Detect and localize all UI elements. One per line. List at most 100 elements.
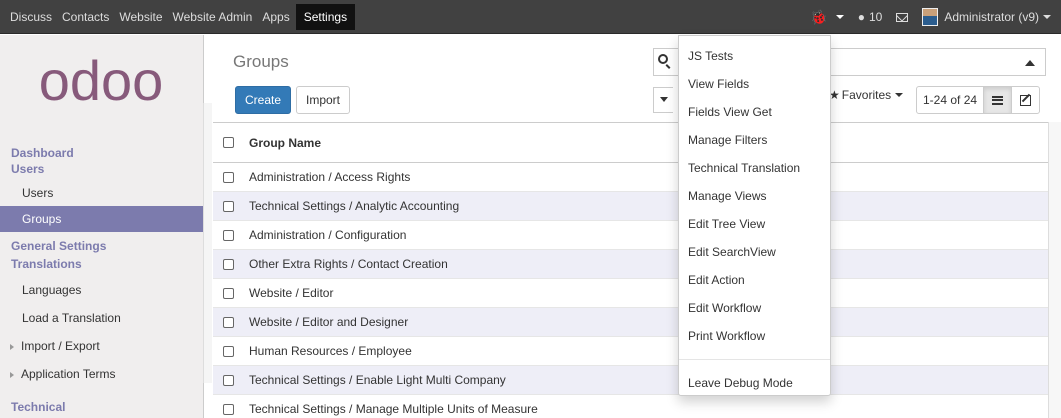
table-row[interactable]: Technical Settings / Analytic Accounting <box>213 192 1048 221</box>
group-name-cell: Administration / Configuration <box>249 228 407 242</box>
menu-settings[interactable]: Settings <box>295 4 356 30</box>
sidebar-section-dashboard[interactable]: Dashboard <box>0 145 204 161</box>
avatar <box>922 8 939 26</box>
mail-icon[interactable] <box>896 12 909 22</box>
caret-right-icon <box>10 343 14 350</box>
row-checkbox[interactable] <box>223 201 234 212</box>
sidebar-section-translations[interactable]: Translations <box>0 256 204 272</box>
import-button[interactable]: Import <box>296 86 351 114</box>
row-checkbox[interactable] <box>223 172 234 183</box>
debug-dropdown-menu: JS Tests View Fields Fields View Get Man… <box>678 35 831 396</box>
sidebar-item-load-translation[interactable]: Load a Translation <box>0 305 204 331</box>
menu-discuss[interactable]: Discuss <box>10 10 52 24</box>
sidebar-section-technical[interactable]: Technical <box>0 399 204 415</box>
bug-icon: 🐞 <box>810 8 828 25</box>
row-checkbox[interactable] <box>223 375 234 386</box>
content-scrollbar[interactable] <box>1048 122 1061 418</box>
debug-item-edit-action[interactable]: Edit Action <box>679 266 830 294</box>
chevron-down-icon <box>1043 15 1051 19</box>
list-icon <box>992 95 1004 105</box>
create-button[interactable]: Create <box>235 86 292 114</box>
sidebar-item-groups[interactable]: Groups <box>0 206 204 232</box>
edit-icon <box>1020 94 1032 106</box>
chevron-up-icon[interactable] <box>1025 60 1035 66</box>
user-menu[interactable]: Administrator (v9) <box>922 8 1051 26</box>
row-checkbox[interactable] <box>223 230 234 241</box>
debug-menu-toggle[interactable]: 🐞 <box>810 8 844 26</box>
row-checkbox[interactable] <box>223 317 234 328</box>
menu-divider <box>679 359 830 360</box>
row-checkbox[interactable] <box>223 346 234 357</box>
row-checkbox[interactable] <box>223 259 234 270</box>
row-checkbox[interactable] <box>223 288 234 299</box>
menu-website-admin[interactable]: Website Admin <box>173 10 253 24</box>
topbar-right: 🐞 ● 10 Administrator (v9) <box>810 0 1051 34</box>
table-row[interactable]: Website / Editor and Designer <box>213 308 1048 337</box>
debug-item-js-tests[interactable]: JS Tests <box>679 42 830 70</box>
menu-contacts[interactable]: Contacts <box>62 10 109 24</box>
sidebar-item-label: Import / Export <box>21 339 100 353</box>
messages-button[interactable]: ● 10 <box>858 10 883 24</box>
breadcrumb: Groups <box>233 52 289 71</box>
sidebar-item-label: Application Terms <box>21 367 116 381</box>
debug-item-technical-translation[interactable]: Technical Translation <box>679 154 830 182</box>
table-header: Group Name <box>213 123 1048 163</box>
list-view-button[interactable] <box>983 86 1013 114</box>
sidebar-item-application-terms[interactable]: Application Terms <box>0 361 204 387</box>
groups-table: Group Name Administration / Access Right… <box>213 122 1048 418</box>
menu-apps[interactable]: Apps <box>262 10 289 24</box>
select-all-checkbox[interactable] <box>223 137 234 148</box>
user-name: Administrator (v9) <box>944 10 1039 24</box>
group-name-cell: Technical Settings / Enable Light Multi … <box>249 373 506 387</box>
chevron-down-icon <box>895 93 904 97</box>
column-header-group-name[interactable]: Group Name <box>249 123 321 163</box>
messages-count: 10 <box>868 10 883 24</box>
table-row[interactable]: Other Extra Rights / Contact Creation <box>213 250 1048 279</box>
group-name-cell: Human Resources / Employee <box>249 344 412 358</box>
app-menu: Discuss Contacts Website Website Admin A… <box>10 0 365 34</box>
group-name-cell: Technical Settings / Manage Multiple Uni… <box>249 402 538 416</box>
sidebar-item-users[interactable]: Users <box>0 180 204 206</box>
group-name-cell: Other Extra Rights / Contact Creation <box>249 257 448 271</box>
debug-item-fields-view-get[interactable]: Fields View Get <box>679 98 830 126</box>
table-row[interactable]: Administration / Configuration <box>213 221 1048 250</box>
group-name-cell: Administration / Access Rights <box>249 170 411 184</box>
top-navbar: Discuss Contacts Website Website Admin A… <box>0 0 1061 34</box>
chat-bubble-icon: ● <box>857 10 865 24</box>
favorites-label: Favorites <box>841 88 892 102</box>
filter-icon <box>660 97 668 102</box>
table-row[interactable]: Human Resources / Employee <box>213 337 1048 366</box>
form-view-button[interactable] <box>1011 86 1041 114</box>
table-row[interactable]: Technical Settings / Manage Multiple Uni… <box>213 395 1048 418</box>
pager-value[interactable]: 1-24 of 24 <box>916 86 985 114</box>
favorites-button[interactable]: ★ Favorites <box>829 88 904 102</box>
debug-item-edit-searchview[interactable]: Edit SearchView <box>679 238 830 266</box>
debug-item-edit-tree-view[interactable]: Edit Tree View <box>679 210 830 238</box>
menu-website[interactable]: Website <box>119 10 162 24</box>
debug-item-edit-workflow[interactable]: Edit Workflow <box>679 294 830 322</box>
sidebar-menu: Dashboard Users Users Groups General Set… <box>0 141 204 415</box>
row-checkbox[interactable] <box>223 404 234 415</box>
sidebar: odoo Dashboard Users Users Groups Genera… <box>0 35 204 418</box>
leave-debug-mode-item[interactable]: Leave Debug Mode <box>679 369 830 397</box>
odoo-logo: odoo <box>39 52 164 112</box>
filters-button[interactable] <box>653 87 673 113</box>
sidebar-section-general-settings[interactable]: General Settings <box>0 238 204 254</box>
debug-item-manage-filters[interactable]: Manage Filters <box>679 126 830 154</box>
group-name-cell: Website / Editor and Designer <box>249 315 409 329</box>
group-name-cell: Technical Settings / Analytic Accounting <box>249 199 460 213</box>
debug-item-manage-views[interactable]: Manage Views <box>679 182 830 210</box>
pager-group: 1-24 of 24 <box>916 86 1041 114</box>
table-row[interactable]: Technical Settings / Enable Light Multi … <box>213 366 1048 395</box>
sidebar-scrollbar[interactable] <box>203 103 212 383</box>
group-name-cell: Website / Editor <box>249 286 334 300</box>
sidebar-item-import-export[interactable]: Import / Export <box>0 333 204 359</box>
chevron-down-icon <box>835 15 844 19</box>
debug-item-view-fields[interactable]: View Fields <box>679 70 830 98</box>
sidebar-section-users[interactable]: Users <box>0 161 204 177</box>
table-row[interactable]: Website / Editor <box>213 279 1048 308</box>
debug-item-print-workflow[interactable]: Print Workflow <box>679 322 830 350</box>
table-row[interactable]: Administration / Access Rights <box>213 163 1048 192</box>
sidebar-item-languages[interactable]: Languages <box>0 277 204 303</box>
search-icon <box>658 54 668 64</box>
